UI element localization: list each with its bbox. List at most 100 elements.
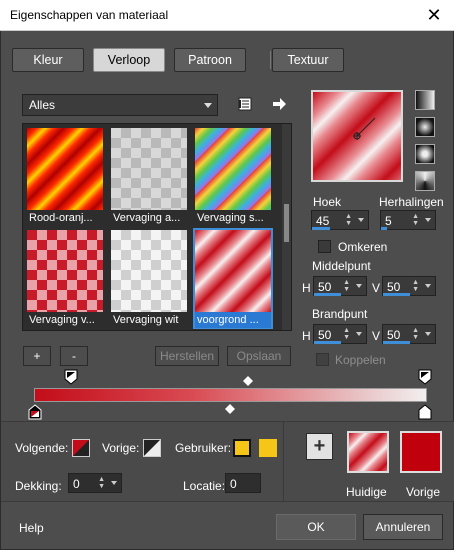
previous-material-swatch[interactable] xyxy=(400,431,442,473)
tab-kleur[interactable]: Kleur xyxy=(12,48,84,72)
gallery-item-label: Rood-oranj... xyxy=(29,212,93,224)
previous-stop-swatch[interactable] xyxy=(143,439,161,457)
chevron-down-icon[interactable] xyxy=(356,332,362,336)
chevron-down-icon[interactable] xyxy=(425,284,431,288)
focal-v-slider[interactable] xyxy=(383,341,410,344)
focal-h-spinner[interactable]: 50 ▲ ▼ xyxy=(313,324,367,344)
cancel-button[interactable]: Annuleren xyxy=(363,514,443,540)
spin-arrows-icon[interactable]: ▲ ▼ xyxy=(98,476,105,490)
chevron-down-icon[interactable] xyxy=(425,218,431,222)
spin-arrows-icon[interactable]: ▲ ▼ xyxy=(412,279,419,293)
location-input[interactable]: 0 xyxy=(225,473,261,493)
linear-gradient-icon[interactable] xyxy=(415,90,435,110)
next-label: Volgende: xyxy=(15,441,69,455)
close-icon[interactable]: ✕ xyxy=(414,0,454,31)
user-swatch-selected[interactable] xyxy=(233,439,251,457)
repeats-slider[interactable] xyxy=(381,227,387,230)
radial-gradient-icon[interactable] xyxy=(415,144,435,164)
spin-arrows-icon[interactable]: ▲ ▼ xyxy=(343,279,350,293)
gallery-item-label: Vervaging wit xyxy=(113,314,179,326)
material-properties-dialog: Kleur Verloop Patroon Textuur Alles Rood… xyxy=(0,31,454,550)
center-h-slider[interactable] xyxy=(314,293,341,296)
arrow-right-icon[interactable] xyxy=(270,95,288,113)
current-material-swatch[interactable] xyxy=(347,431,389,473)
sunburst-gradient-icon[interactable] xyxy=(415,171,435,191)
tab-textuur[interactable]: Textuur xyxy=(272,48,344,72)
add-color-button[interactable]: + xyxy=(306,433,333,460)
help-link[interactable]: Help xyxy=(19,521,44,535)
gallery-item-label: voorgrond ... xyxy=(195,312,271,328)
focal-v-spinner[interactable]: 50 ▲ ▼ xyxy=(382,324,436,344)
opacity-stop-marker-right[interactable] xyxy=(418,369,432,385)
stop-properties: Volgende: Vorige: Gebruiker: Dekking: 0 … xyxy=(1,421,454,502)
focal-v-value: 50 xyxy=(387,328,401,342)
color-stop-marker-left[interactable] xyxy=(28,404,42,420)
gradient-thumbnail xyxy=(27,128,103,210)
focal-h-slider[interactable] xyxy=(314,341,341,344)
opacity-midpoint-marker[interactable] xyxy=(243,376,253,386)
focal-label: Brandpunt xyxy=(312,307,368,321)
color-stop-marker-right[interactable] xyxy=(418,404,432,420)
focal-v-label: V xyxy=(372,329,381,343)
gallery-item-vervaging-v[interactable]: Vervaging v... xyxy=(25,228,105,329)
gradient-thumbnail xyxy=(27,230,103,312)
chevron-down-icon[interactable] xyxy=(111,481,117,485)
angle-label: Hoek xyxy=(313,195,342,209)
location-label: Locatie: xyxy=(183,479,226,493)
gradient-panel: Alles Rood-oranj... Vervaging a... Verva… xyxy=(12,85,444,405)
opacity-spinner[interactable]: 0 ▲ ▼ xyxy=(68,473,122,493)
gradient-editor xyxy=(1,362,454,422)
repeats-spinner[interactable]: 5 ▲ ▼ xyxy=(380,210,436,230)
user-label: Gebruiker: xyxy=(175,441,232,455)
chevron-down-icon[interactable] xyxy=(358,218,364,222)
center-v-spinner[interactable]: 50 ▲ ▼ xyxy=(382,276,436,296)
previous-label: Vorige: xyxy=(102,441,140,455)
category-select[interactable]: Alles xyxy=(22,94,218,116)
invert-label: Omkeren xyxy=(338,240,388,254)
spin-arrows-icon[interactable]: ▲ ▼ xyxy=(412,213,419,227)
center-v-slider[interactable] xyxy=(383,293,410,296)
focal-h-label: H xyxy=(302,329,311,343)
angle-slider[interactable] xyxy=(312,227,330,230)
current-label: Huidige xyxy=(346,485,387,499)
ok-button[interactable]: OK xyxy=(276,514,356,540)
gallery-item-vervaging-a[interactable]: Vervaging a... xyxy=(109,126,189,227)
gradient-preview[interactable] xyxy=(311,90,403,182)
gradient-thumbnail xyxy=(111,128,187,210)
gallery-item-voorgrond[interactable]: voorgrond ... xyxy=(193,228,273,329)
gradient-thumbnail xyxy=(111,230,187,312)
next-stop-swatch[interactable] xyxy=(72,439,90,457)
spin-arrows-icon[interactable]: ▲ ▼ xyxy=(412,327,419,341)
tab-verloop[interactable]: Verloop xyxy=(93,48,165,72)
gallery-scrollbar[interactable] xyxy=(282,124,291,330)
gallery-item-rood-oranje[interactable]: Rood-oranj... xyxy=(25,126,105,227)
angle-value: 45 xyxy=(316,214,330,228)
gallery-item-vervaging-s[interactable]: Vervaging s... xyxy=(193,126,273,227)
spin-arrows-icon[interactable]: ▲ ▼ xyxy=(343,327,350,341)
center-h-value: 50 xyxy=(318,280,332,294)
user-color-fill xyxy=(259,439,277,457)
gallery-item-label: Vervaging a... xyxy=(113,212,181,224)
chevron-down-icon[interactable] xyxy=(425,332,431,336)
location-value: 0 xyxy=(230,477,237,491)
center-h-spinner[interactable]: 50 ▲ ▼ xyxy=(313,276,367,296)
spin-arrows-icon[interactable]: ▲ ▼ xyxy=(345,213,352,227)
gradient-gallery: Rood-oranj... Vervaging a... Vervaging s… xyxy=(22,123,292,331)
gradient-thumbnail xyxy=(195,128,271,210)
rectangular-gradient-icon[interactable] xyxy=(415,117,435,137)
invert-checkbox[interactable] xyxy=(318,240,331,253)
chevron-down-icon[interactable] xyxy=(356,284,362,288)
previous-color-label: Vorige xyxy=(406,485,441,499)
gallery-item-label: Vervaging v... xyxy=(29,314,95,326)
color-midpoint-marker[interactable] xyxy=(225,404,235,414)
resource-list-icon[interactable] xyxy=(236,95,254,113)
scrollbar-thumb[interactable] xyxy=(284,204,289,242)
opacity-stop-marker-left[interactable] xyxy=(64,369,78,385)
user-swatch[interactable] xyxy=(259,439,277,457)
gallery-item-vervaging-wit[interactable]: Vervaging wit xyxy=(109,228,189,329)
gradient-bar[interactable] xyxy=(34,388,427,402)
center-label: Middelpunt xyxy=(312,259,371,273)
center-v-value: 50 xyxy=(387,280,401,294)
angle-spinner[interactable]: 45 ▲ ▼ xyxy=(311,210,369,230)
tab-patroon[interactable]: Patroon xyxy=(174,48,246,72)
